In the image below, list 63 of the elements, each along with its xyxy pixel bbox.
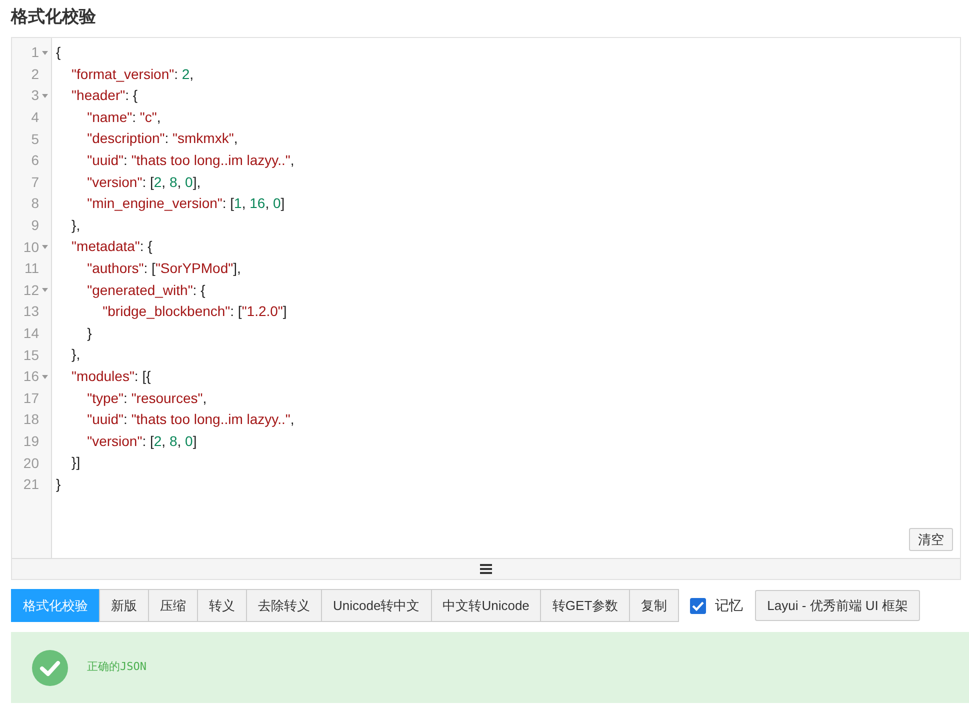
toolbar-button[interactable]: 新版 [99,589,149,622]
layui-button[interactable]: Layui - 优秀前端 UI 框架 [755,590,920,621]
code-line: "modules": [{ [70,366,151,386]
code-line: } [86,324,92,343]
code-line: "description": "smkmxk", [86,129,238,148]
code-line: "type": "resources", [86,388,207,408]
line-number: 13 [23,302,39,322]
code-line: }] [70,453,80,472]
line-number: 7 [31,172,39,192]
code-line: "min_engine_version": [1, 16, 0] [86,194,285,214]
code-line: } [56,474,61,494]
check-circle-icon [32,650,68,686]
remember-label: 记忆 [715,596,744,615]
code-line: "generated_with": { [86,280,206,300]
line-number: 19 [23,432,39,451]
toolbar-button[interactable]: 中文转Unicode [430,589,542,622]
code-line: { [56,43,61,62]
toolbar-button[interactable]: Unicode转中文 [321,589,432,622]
code-line: }, [70,216,80,235]
line-number: 10 [23,238,39,257]
line-number: 2 [31,64,39,84]
line-number: 14 [23,324,39,344]
line-number: 18 [23,410,39,430]
code-line: }, [70,345,80,364]
line-number: 3 [31,86,39,106]
toolbar-button[interactable]: 复制 [629,589,680,622]
remember-checkbox[interactable] [690,598,706,614]
code-line: "header": { [70,86,138,106]
line-number: 9 [31,216,39,236]
line-number: 12 [23,280,39,300]
line-number: 6 [31,151,39,170]
line-number: 20 [23,454,39,473]
line-number: 11 [24,259,39,278]
code-line: "bridge_blockbench": ["1.2.0"] [102,302,287,322]
line-number: 1 [31,43,39,62]
code-line: "version": [2, 8, 0], [86,172,201,192]
fold-arrow-icon[interactable] [42,288,48,292]
code-line: "format_version": 2, [70,64,194,84]
line-number: 8 [31,194,39,214]
code-line: "name": "c", [86,108,161,127]
toolbar-button[interactable]: 转义 [197,589,247,622]
toolbar-button[interactable]: 压缩 [148,589,198,622]
resize-handle-icon[interactable] [480,564,492,574]
fold-arrow-icon[interactable] [42,245,48,250]
fold-arrow-icon[interactable] [42,94,48,98]
line-number: 17 [23,388,39,408]
line-number: 4 [31,108,39,128]
clear-button[interactable]: 清空 [909,528,953,551]
success-message: 正确的JSON [87,659,146,676]
code-line: "uuid": "thats too long..im lazyy..", [86,410,294,430]
page-title: 格式化校验 [11,6,96,28]
code-line: "authors": ["SorYPMod"], [86,258,241,278]
code-line: "version": [2, 8, 0] [86,432,197,451]
code-line: "uuid": "thats too long..im lazyy..", [86,150,294,170]
line-number: 21 [23,475,39,494]
fold-arrow-icon[interactable] [42,374,48,379]
fold-arrow-icon[interactable] [42,50,48,55]
code-line: "metadata": { [70,237,152,256]
line-number: 15 [23,346,39,365]
toolbar-button[interactable]: 转GET参数 [540,589,630,622]
line-number: 16 [23,367,39,386]
line-number: 5 [31,130,39,149]
toolbar-button[interactable]: 去除转义 [246,589,322,622]
